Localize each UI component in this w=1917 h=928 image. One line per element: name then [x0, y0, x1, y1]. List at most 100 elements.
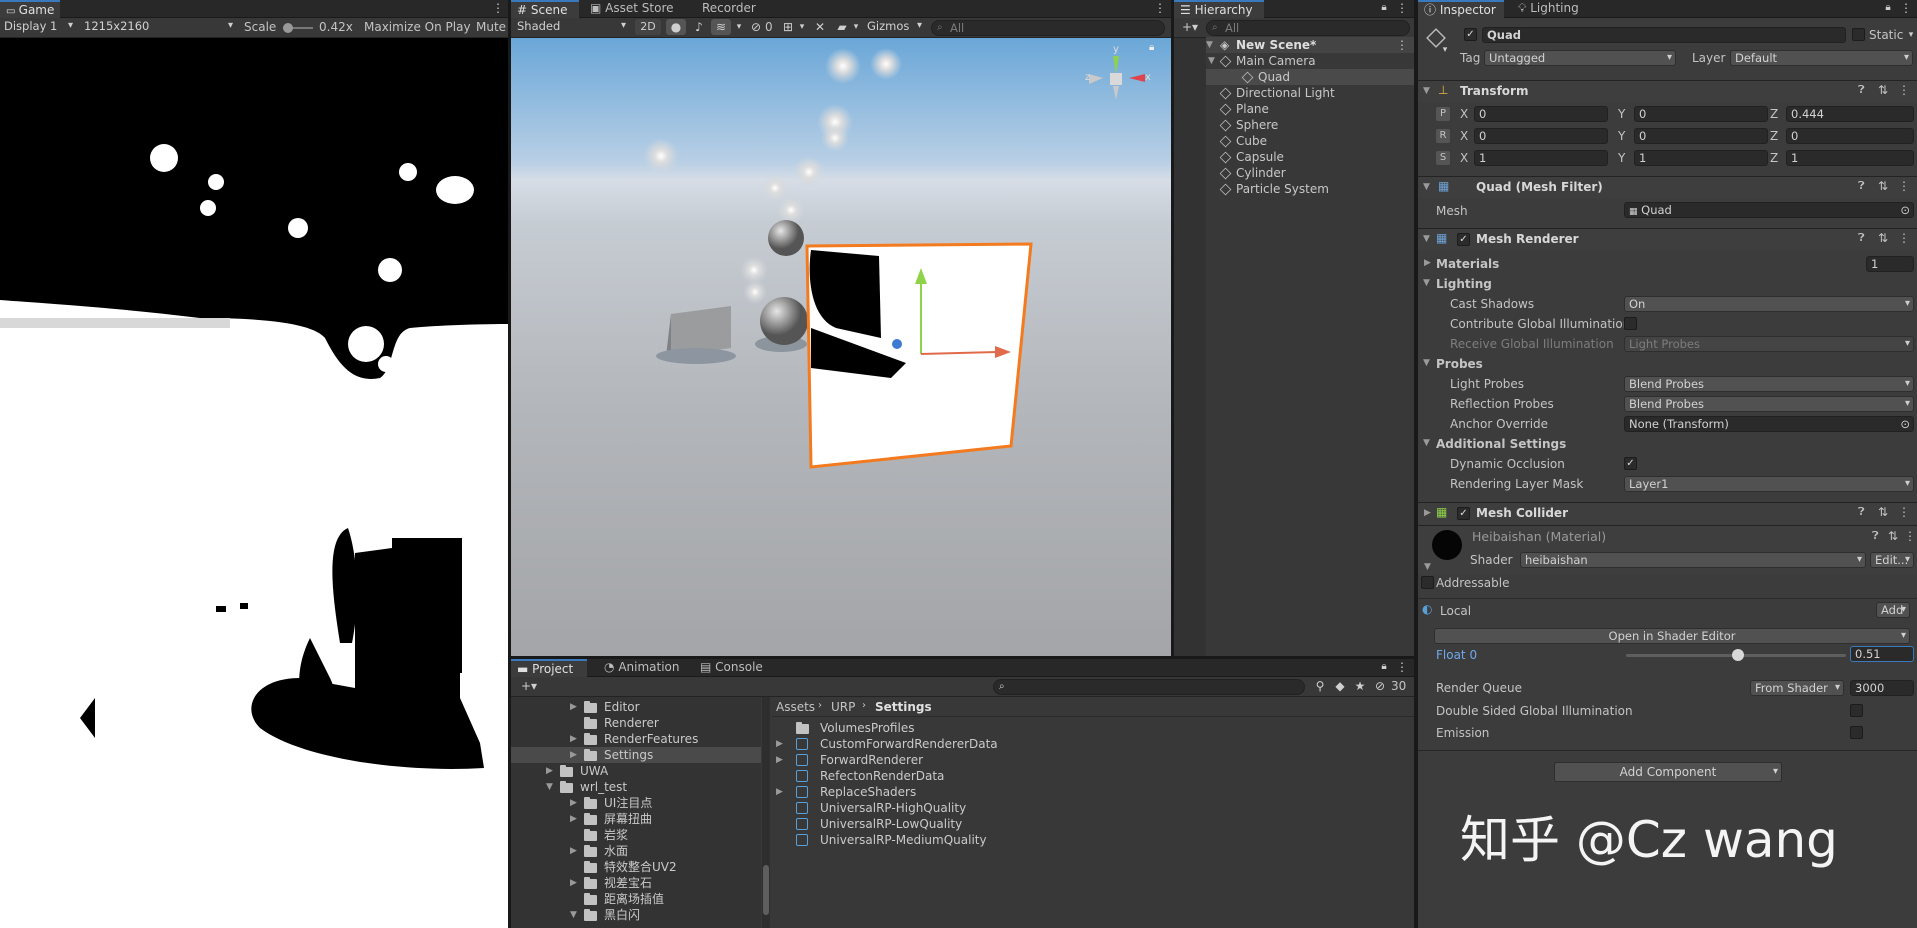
shader-edit-button[interactable]: Edit... — [1870, 552, 1914, 568]
transform-x-field[interactable]: 0 — [1474, 106, 1608, 122]
add-component-button[interactable]: Add Component — [1554, 762, 1782, 782]
project-tree-scrollbar[interactable] — [762, 697, 770, 928]
project-asset-item[interactable]: UniversalRP-LowQuality — [772, 816, 1372, 832]
axis-x-label[interactable]: X — [1460, 151, 1468, 165]
transform-x-field[interactable]: 1 — [1474, 150, 1608, 166]
static-dropdown-icon[interactable]: ▾ — [1906, 27, 1916, 43]
tab-recorder[interactable]: Recorder — [696, 0, 762, 18]
lighting-toggle-icon[interactable]: ● — [666, 19, 686, 35]
shading-mode-dropdown[interactable]: Shaded — [513, 19, 629, 35]
camera-dropdown-icon[interactable]: ▾ — [851, 19, 861, 35]
lock-view-icon[interactable]: 🔒︎ — [1149, 42, 1154, 53]
hierarchy-item[interactable]: ▼ Main Camera — [1206, 53, 1414, 69]
game-viewport[interactable] — [0, 38, 508, 928]
project-tree-item[interactable]: 岩浆 — [511, 827, 761, 843]
favorite-star-icon[interactable]: ★ — [1351, 678, 1369, 694]
collapse-arrow-icon[interactable]: ▼ — [1423, 278, 1430, 288]
project-tree-item[interactable]: 距离场插值 — [511, 891, 761, 907]
scene-menu-icon[interactable]: ⋮ — [1154, 0, 1166, 16]
create-button[interactable]: +▾ — [1178, 19, 1202, 35]
project-tree-item[interactable]: ▶ UWA — [511, 763, 761, 779]
transform-y-field[interactable]: 0 — [1634, 106, 1768, 122]
float0-slider[interactable] — [1626, 649, 1846, 661]
expand-arrow-icon[interactable]: ▶ — [776, 784, 783, 800]
tab-asset-store[interactable]: ▣ Asset Store — [584, 0, 680, 18]
render-queue-mode-dropdown[interactable]: From Shader — [1750, 680, 1844, 696]
project-asset-item[interactable]: VolumesProfiles — [772, 720, 1372, 736]
search-by-type-icon[interactable]: ⚲ — [1311, 678, 1329, 694]
breadcrumb-assets[interactable]: Assets — [776, 700, 815, 714]
project-asset-item[interactable]: UniversalRP-MediumQuality — [772, 832, 1372, 848]
mesh-renderer-enabled-checkbox[interactable]: ✓ — [1457, 233, 1470, 246]
hierarchy-menu-icon[interactable]: ⋮ — [1396, 0, 1408, 16]
transform-z-field[interactable]: 0.444 — [1786, 106, 1914, 122]
project-tree-item[interactable]: 特效整合UV2 — [511, 859, 761, 875]
breadcrumb-urp[interactable]: URP — [831, 700, 855, 714]
axis-x-label[interactable]: X — [1460, 129, 1468, 143]
object-name-field[interactable]: Quad — [1482, 27, 1846, 43]
hierarchy-item[interactable]: Directional Light — [1206, 85, 1414, 101]
gameobject-icon-dropdown[interactable]: ▾ — [1440, 42, 1450, 58]
active-checkbox[interactable]: ✓ — [1464, 28, 1477, 41]
collapse-arrow-icon[interactable]: ▼ — [1423, 234, 1430, 244]
project-tree-item[interactable]: ▶ 屏幕扭曲 — [511, 811, 761, 827]
project-tree-item[interactable]: ▶ UI注目点 — [511, 795, 761, 811]
search-by-label-icon[interactable]: ◆ — [1331, 678, 1349, 694]
expand-arrow-icon[interactable]: ▶ — [776, 752, 783, 768]
project-tree-item[interactable]: ▼ 黑白闪 — [511, 907, 761, 923]
help-icon[interactable]: ❓︎ — [1858, 231, 1865, 245]
component-menu-icon[interactable]: ⋮ — [1898, 231, 1910, 245]
axis-z-label[interactable]: Z — [1770, 129, 1778, 143]
scene-root-row[interactable]: ▼ ◈ New Scene* ⋮ — [1206, 37, 1414, 53]
presets-icon[interactable]: ⇅ — [1878, 505, 1888, 519]
tab-scene[interactable]: # Scene — [511, 0, 579, 18]
axis-y-label[interactable]: Y — [1618, 129, 1625, 143]
project-menu-icon[interactable]: ⋮ — [1396, 659, 1408, 675]
expand-arrow-icon[interactable]: ▶ — [1424, 508, 1431, 518]
scene-orientation-gizmo[interactable]: y x z — [1081, 44, 1151, 116]
light-probes-dropdown[interactable]: Blend Probes — [1624, 376, 1914, 392]
presets-icon[interactable]: ⇅ — [1878, 83, 1888, 97]
project-create-button[interactable]: +▾ — [517, 678, 541, 694]
help-icon[interactable]: ❓︎ — [1858, 83, 1865, 97]
expand-arrow-icon[interactable]: ▶ — [570, 843, 577, 859]
rendering-layer-dropdown[interactable]: Layer1 — [1624, 476, 1914, 492]
tab-lighting[interactable]: 💡︎ Lighting — [1512, 0, 1585, 18]
resolution-dropdown[interactable]: 1215x2160 — [80, 19, 236, 35]
add-keyword-button[interactable]: Add — [1876, 602, 1910, 618]
expand-arrow-icon[interactable]: ▼ — [1208, 53, 1215, 69]
scale-slider-knob[interactable] — [283, 23, 293, 33]
collapse-arrow-icon[interactable]: ▼ — [1423, 438, 1430, 448]
presets-icon[interactable]: ⇅ — [1878, 179, 1888, 193]
tab-inspector[interactable]: ⓘ Inspector — [1418, 0, 1504, 18]
hierarchy-item[interactable]: Sphere — [1206, 117, 1414, 133]
float0-value-field[interactable]: 0.51 — [1850, 646, 1914, 662]
collapse-arrow-icon[interactable]: ▼ — [1423, 358, 1430, 368]
inspector-lock-icon[interactable]: 🔒︎ — [1882, 0, 1894, 16]
tag-dropdown[interactable]: Untagged — [1484, 50, 1676, 66]
anchor-override-field[interactable]: None (Transform) ⊙ — [1624, 416, 1914, 432]
contribute-gi-checkbox[interactable] — [1624, 317, 1637, 330]
hierarchy-search-input[interactable]: ⌕ All — [1206, 20, 1410, 36]
project-lock-icon[interactable]: 🔒︎ — [1378, 659, 1390, 675]
project-tree-item[interactable]: ▶ 水面 — [511, 843, 761, 859]
tab-hierarchy[interactable]: ☰ Hierarchy — [1174, 0, 1264, 18]
collapse-arrow-icon[interactable]: ▼ — [570, 907, 577, 923]
open-shader-editor-button[interactable]: Open in Shader Editor — [1434, 628, 1910, 644]
hidden-packages-icon[interactable]: ⊘ — [1371, 678, 1389, 694]
scene-visibility-icon[interactable]: ⊘ — [747, 19, 765, 35]
collapse-arrow-icon[interactable]: ▼ — [1423, 182, 1430, 192]
project-asset-item[interactable]: ▶ CustomForwardRendererData — [772, 736, 1372, 752]
expand-arrow-icon[interactable]: ▶ — [570, 811, 577, 827]
dynamic-occlusion-checkbox[interactable]: ✓ — [1624, 457, 1637, 470]
game-menu-icon[interactable]: ⋮ — [492, 0, 504, 16]
camera-icon[interactable]: ▰ — [833, 19, 851, 35]
help-icon[interactable]: ❓︎ — [1858, 505, 1865, 519]
project-asset-item[interactable]: RefectonRenderData — [772, 768, 1372, 784]
static-checkbox[interactable] — [1852, 28, 1865, 41]
mesh-collider-enabled-checkbox[interactable]: ✓ — [1457, 507, 1470, 520]
emission-checkbox[interactable] — [1850, 726, 1863, 739]
axis-z-label[interactable]: Z — [1770, 107, 1778, 121]
project-asset-item[interactable]: ▶ ReplaceShaders — [772, 784, 1372, 800]
axis-x-label[interactable]: X — [1460, 107, 1468, 121]
